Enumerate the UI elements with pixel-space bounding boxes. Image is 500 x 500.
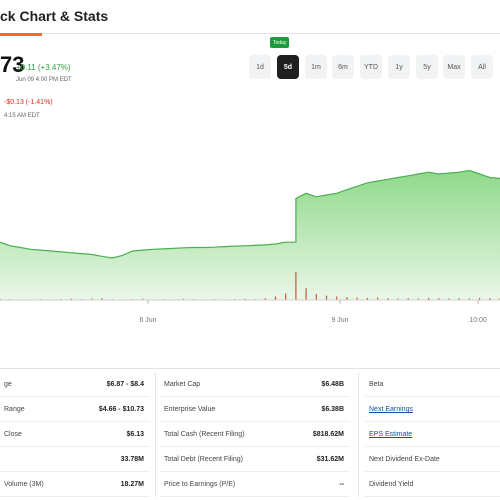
volume-bar <box>305 288 307 300</box>
stat-row: EPS Estimate <box>365 423 500 447</box>
stat-row: Range $4.66 - $10.73 <box>0 398 150 422</box>
stat-label: Market Cap <box>164 381 201 388</box>
stat-row: Market Cap $6.48B <box>160 373 350 397</box>
stats-column-3: Beta Next Earnings EPS Estimate Next Divide… <box>365 369 500 500</box>
volume-bar <box>336 296 338 300</box>
stat-value: 33.78M <box>120 456 144 463</box>
header-accent-bar <box>0 33 42 36</box>
page-header: ck Chart & Stats <box>0 0 500 36</box>
stat-row: Close $6.13 <box>0 423 150 447</box>
stat-row: Total Debt (Recent Filing) $31.62M <box>160 448 350 472</box>
stat-row: Price to Earnings (P/E) -- <box>160 473 350 497</box>
stat-row: Dividend Yield <box>365 473 500 497</box>
stat-value: $6.13 <box>126 431 144 438</box>
stat-label[interactable]: Next Earnings <box>369 406 413 413</box>
range-tab-ytd[interactable]: YTD <box>360 55 382 79</box>
stat-value: $6.48B <box>321 381 344 388</box>
stat-row: ge $6.87 - $8.4 <box>0 373 150 397</box>
stat-row: Next Earnings <box>365 398 500 422</box>
close-timestamp: Jun 09 4:00 PM EDT <box>16 77 72 83</box>
price-change-positive: +0.11 (+3.47%) <box>16 63 71 72</box>
stat-label: Volume (3M) <box>4 481 44 488</box>
range-tab-max[interactable]: Max <box>443 55 465 79</box>
stat-label: Enterprise Value <box>164 406 216 413</box>
volume-bar <box>295 272 297 300</box>
stat-value: $6.38B <box>321 406 344 413</box>
volume-bar <box>285 293 287 300</box>
stat-label: Total Debt (Recent Filing) <box>164 456 243 463</box>
price-area <box>0 170 500 300</box>
premarket-timestamp: 4:15 AM EDT <box>4 113 40 119</box>
stat-row: Beta <box>365 373 500 397</box>
range-tab-1m[interactable]: 1m <box>305 55 327 79</box>
stats-divider <box>358 373 359 497</box>
stat-label: Dividend Yield <box>369 481 414 488</box>
range-tabs: 1d 5d 1m 6m YTD 1y 5y Max All <box>247 55 497 79</box>
stats-column-2: Market Cap $6.48B Enterprise Value $6.38B To… <box>160 369 350 500</box>
stat-row: Enterprise Value $6.38B <box>160 398 350 422</box>
stat-value: -- <box>339 481 344 488</box>
stat-value: $818.62M <box>312 431 344 438</box>
range-tab-5d[interactable]: 5d <box>277 55 299 79</box>
stat-value: $31.62M <box>316 456 344 463</box>
volume-bar <box>274 296 277 300</box>
stat-value: $6.87 - $8.4 <box>106 381 144 388</box>
range-tab-all[interactable]: All <box>471 55 493 79</box>
range-tab-1y[interactable]: 1y <box>388 55 410 79</box>
stat-label: Price to Earnings (P/E) <box>164 481 236 488</box>
x-tick-label: 10:00 <box>469 317 487 324</box>
stat-row: Next Dividend Ex-Date <box>365 448 500 472</box>
stat-value: $4.66 - $10.73 <box>98 406 144 413</box>
range-tab-5y[interactable]: 5y <box>416 55 438 79</box>
stat-label: Close <box>4 431 22 438</box>
stat-row: 33.78M <box>0 448 150 472</box>
stat-label: ge <box>4 381 12 388</box>
key-stats: ge $6.87 - $8.4 Range $4.66 - $10.73 Close $6… <box>0 368 500 500</box>
page-title: ck Chart & Stats <box>0 8 109 24</box>
stat-label: Beta <box>369 381 384 388</box>
stat-label: Range <box>4 406 25 413</box>
price-chart: 6 Jun 9 Jun 10:00 <box>0 169 500 324</box>
stats-divider <box>155 373 156 497</box>
stat-label[interactable]: EPS Estimate <box>369 431 412 438</box>
x-tick-label: 6 Jun <box>139 317 156 324</box>
range-tab-6m[interactable]: 6m <box>332 55 354 79</box>
volume-bar <box>325 295 328 300</box>
stats-column-1: ge $6.87 - $8.4 Range $4.66 - $10.73 Close $6… <box>0 369 150 500</box>
stat-value: 18.27M <box>120 481 144 488</box>
volume-bar <box>315 294 317 300</box>
x-tick-label: 9 Jun <box>331 317 348 324</box>
stat-label: Total Cash (Recent Filing) <box>164 431 245 438</box>
range-tab-1d[interactable]: 1d <box>249 55 271 79</box>
stat-row: Volume (3M) 18.27M <box>0 473 150 497</box>
stat-label: Next Dividend Ex-Date <box>369 456 440 463</box>
price-change-negative: -$0.13 (-1.41%) <box>4 99 53 106</box>
range-tab-badge: Today <box>270 37 290 48</box>
stat-row: Total Cash (Recent Filing) $818.62M <box>160 423 350 447</box>
